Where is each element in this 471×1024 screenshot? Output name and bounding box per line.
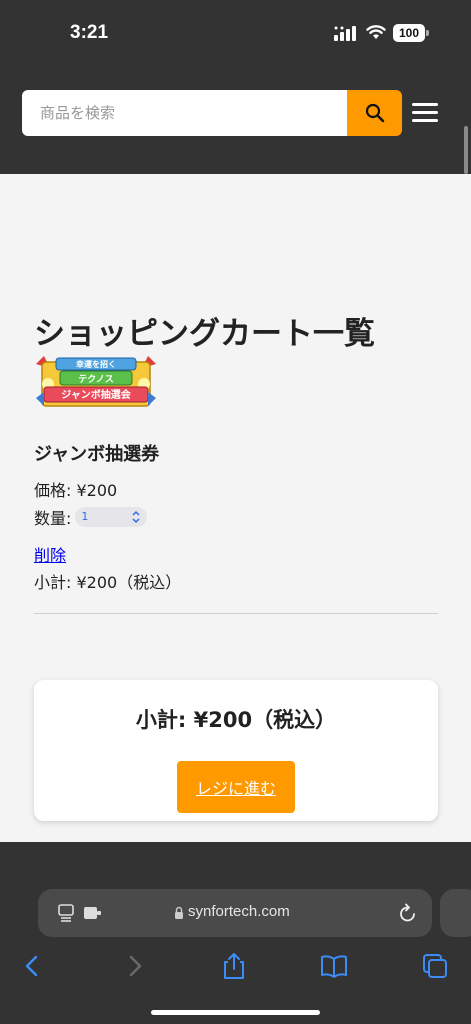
product-price: 価格: ¥200 bbox=[34, 481, 118, 500]
url-text[interactable]: synfortech.com bbox=[188, 903, 290, 920]
extension-icon[interactable] bbox=[84, 906, 102, 920]
quantity-row: 数量: 1 bbox=[34, 505, 148, 529]
search-button[interactable] bbox=[347, 90, 402, 136]
checkout-button[interactable]: レジに進む bbox=[177, 761, 295, 813]
quantity-value: 1 bbox=[81, 510, 89, 523]
product-image-text: テクノス bbox=[78, 374, 113, 385]
menu-line bbox=[412, 111, 438, 114]
status-time: 3:21 bbox=[70, 22, 109, 43]
product-image-text: ジャンボ抽選会 bbox=[61, 388, 131, 401]
share-icon[interactable] bbox=[220, 952, 248, 980]
delete-link[interactable]: 削除 bbox=[34, 542, 66, 566]
quantity-label: 数量: bbox=[34, 509, 72, 528]
menu-line bbox=[412, 119, 438, 122]
item-subtotal: 小計: ¥200（税込） bbox=[34, 573, 182, 592]
forward-icon[interactable] bbox=[121, 952, 149, 980]
cart-summary-card: 小計: ¥200（税込） レジに進む bbox=[34, 680, 438, 821]
bookmarks-icon[interactable] bbox=[320, 952, 348, 980]
site-header bbox=[0, 66, 471, 174]
page-title: ショッピングカート一覧 bbox=[34, 316, 375, 352]
reader-icon[interactable] bbox=[58, 904, 74, 922]
search-input[interactable] bbox=[22, 90, 347, 136]
lock-icon bbox=[175, 906, 183, 919]
scroll-indicator[interactable] bbox=[464, 126, 468, 174]
chevron-up-down-icon bbox=[132, 510, 140, 524]
menu-line bbox=[412, 103, 438, 106]
reload-icon[interactable] bbox=[398, 902, 418, 924]
quantity-select[interactable]: 1 bbox=[75, 507, 148, 527]
product-name: ジャンボ抽選券 bbox=[34, 444, 160, 465]
hamburger-menu-icon[interactable] bbox=[410, 100, 442, 126]
product-image-text: 幸運を招く bbox=[76, 359, 116, 369]
browser-toolbar: synfortech.com bbox=[0, 842, 471, 1024]
wifi-icon bbox=[366, 25, 386, 39]
search-icon bbox=[365, 103, 384, 123]
battery-tip bbox=[426, 30, 429, 36]
battery-icon: 100 bbox=[393, 24, 429, 42]
back-icon[interactable] bbox=[18, 952, 46, 980]
product-image: 幸運を招く テクノス ジャンボ抽選会 bbox=[34, 354, 158, 414]
cart-total: 小計: ¥200（税込） bbox=[135, 708, 337, 732]
address-bar[interactable]: synfortech.com bbox=[38, 889, 432, 937]
divider bbox=[34, 613, 438, 614]
home-indicator bbox=[151, 1010, 320, 1015]
main-content: ショッピングカート一覧 幸運を招く テクノス ジャンボ抽選会 ジャンボ抽選券 価… bbox=[0, 174, 471, 842]
status-bar: 3:21 100 bbox=[0, 0, 471, 66]
battery-level: 100 bbox=[393, 24, 425, 42]
signal-icon bbox=[334, 26, 356, 41]
tabs-icon[interactable] bbox=[421, 952, 449, 980]
next-tab-preview[interactable] bbox=[440, 889, 471, 937]
